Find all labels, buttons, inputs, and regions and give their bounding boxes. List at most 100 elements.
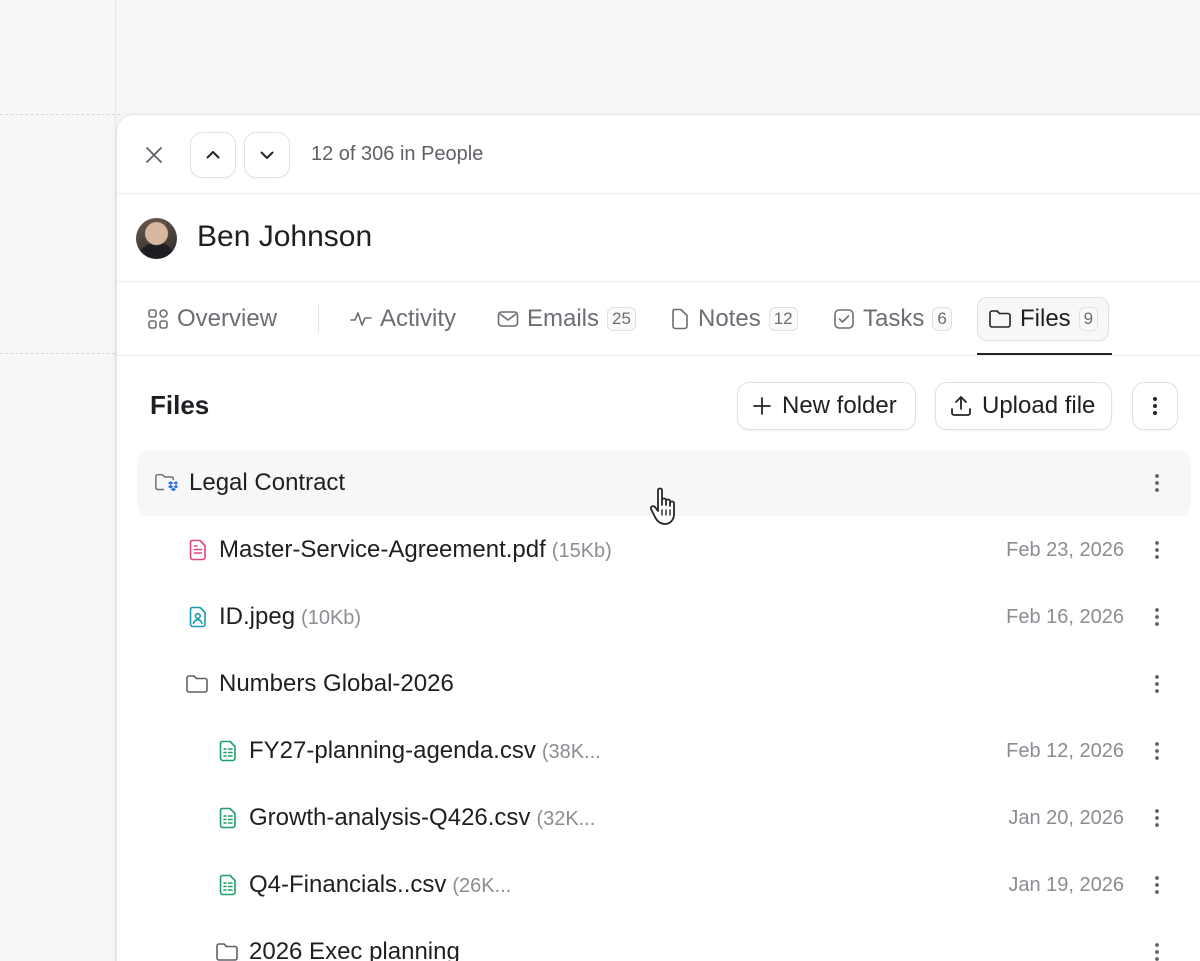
hand-pointer-cursor-icon [649, 487, 675, 525]
tab-count-badge: 12 [768, 307, 798, 331]
file-name-cell: Q4-Financials..csv (26K... [249, 871, 511, 899]
kebab-menu-icon [1155, 608, 1159, 626]
file-date: Jan 20, 2026 [1008, 807, 1124, 829]
kebab-menu-icon [1155, 474, 1159, 492]
dropbox-folder-icon [154, 471, 178, 495]
tab-overview[interactable]: Overview [147, 297, 277, 341]
tab-bar: Overview Activity Emails 25 Notes 12 Tas… [117, 283, 1200, 356]
file-name: Legal Contract [189, 469, 346, 496]
tab-count-badge: 9 [1078, 307, 1099, 331]
file-name: ID.jpeg [219, 603, 296, 630]
file-list-item[interactable]: Growth-analysis-Q426.csv (32K... Jan 20, … [137, 785, 1191, 851]
previous-record-button[interactable] [190, 132, 236, 178]
upload-file-button[interactable]: Upload file [935, 382, 1112, 430]
file-size: (38K... [541, 741, 601, 763]
spreadsheet-file-icon [216, 873, 240, 897]
tab-tasks[interactable]: Tasks 6 [833, 297, 952, 341]
record-panel: 12 of 306 in People Ben Johnson Overview… [116, 114, 1200, 961]
file-name: Growth-analysis-Q426.csv [249, 804, 531, 831]
person-name: Ben Johnson [197, 220, 373, 253]
folder-icon [989, 310, 1011, 328]
tab-label: Emails [527, 305, 600, 332]
kebab-menu-icon [1155, 943, 1159, 961]
tab-divider [318, 305, 319, 333]
chevron-up-icon [206, 151, 220, 159]
tab-count-badge: 6 [932, 307, 952, 331]
chevron-down-icon [260, 151, 274, 159]
file-list-item[interactable]: Q4-Financials..csv (26K... Jan 19, 2026 [137, 852, 1191, 918]
person-header: Ben Johnson [117, 195, 1200, 282]
file-name-cell: Growth-analysis-Q426.csv (32K... [249, 804, 595, 832]
close-icon [146, 147, 162, 163]
file-date: Feb 16, 2026 [1006, 606, 1124, 628]
file-name: FY27-planning-agenda.csv [249, 737, 536, 764]
row-menu-button[interactable] [1145, 739, 1169, 763]
folder-list-item[interactable]: 2026 Exec planning [137, 919, 1191, 961]
grid-icon [148, 309, 168, 329]
row-menu-button[interactable] [1145, 873, 1169, 897]
background-guide [0, 353, 120, 354]
folder-list-item[interactable]: Numbers Global-2026 [137, 651, 1191, 717]
tab-label: Tasks [863, 305, 925, 332]
file-size: (10Kb) [301, 607, 362, 629]
upload-icon [951, 396, 971, 416]
tab-activity[interactable]: Activity [350, 297, 456, 341]
file-list-item[interactable]: FY27-planning-agenda.csv (38K... Feb 12, … [137, 718, 1191, 784]
new-folder-label: New folder [782, 392, 897, 419]
file-list-item[interactable]: ID.jpeg (10Kb) Feb 16, 2026 [137, 584, 1191, 650]
activity-icon [350, 312, 372, 326]
upload-file-label: Upload file [982, 392, 1096, 419]
note-icon [672, 308, 688, 330]
file-name: Master-Service-Agreement.pdf [219, 536, 546, 563]
file-name-cell: Master-Service-Agreement.pdf (15Kb) [219, 536, 612, 564]
kebab-menu-icon [1155, 876, 1159, 894]
tab-label: Notes [698, 305, 761, 332]
file-size: (26K... [452, 875, 512, 897]
file-date: Jan 19, 2026 [1008, 874, 1124, 896]
file-name-cell: ID.jpeg (10Kb) [219, 603, 361, 631]
tab-notes[interactable]: Notes 12 [670, 297, 798, 341]
row-menu-button[interactable] [1145, 471, 1169, 495]
kebab-menu-icon [1155, 742, 1159, 760]
image-file-icon [186, 605, 210, 629]
kebab-menu-icon [1155, 541, 1159, 559]
file-name: Q4-Financials..csv [249, 871, 447, 898]
row-menu-button[interactable] [1145, 940, 1169, 961]
spreadsheet-file-icon [216, 739, 240, 763]
tab-emails[interactable]: Emails 25 [497, 297, 636, 341]
background-guide [0, 114, 120, 115]
row-menu-button[interactable] [1145, 806, 1169, 830]
pdf-file-icon [186, 538, 210, 562]
spreadsheet-file-icon [216, 806, 240, 830]
tab-files[interactable]: Files 9 [977, 297, 1110, 341]
row-menu-button[interactable] [1145, 672, 1169, 696]
tab-count-badge: 25 [607, 307, 636, 331]
checkbox-icon [834, 309, 854, 329]
folder-name: 2026 Exec planning [249, 938, 460, 961]
new-folder-button[interactable]: New folder [737, 382, 916, 430]
file-date: Feb 12, 2026 [1006, 740, 1124, 762]
file-size: (15Kb) [551, 540, 612, 562]
kebab-menu-icon [1153, 397, 1157, 415]
tab-label: Activity [380, 305, 457, 332]
folder-icon [215, 940, 239, 961]
file-size: (32K... [536, 808, 596, 830]
folder-icon [185, 672, 209, 696]
avatar [136, 218, 177, 259]
row-menu-button[interactable] [1145, 538, 1169, 562]
panel-topbar: 12 of 306 in People [117, 115, 1200, 194]
next-record-button[interactable] [244, 132, 290, 178]
mail-icon [497, 311, 519, 327]
more-options-button[interactable] [1132, 382, 1178, 430]
file-name-cell: FY27-planning-agenda.csv (38K... [249, 737, 601, 765]
files-section-title: Files [150, 390, 210, 420]
kebab-menu-icon [1155, 675, 1159, 693]
plus-icon [753, 397, 771, 415]
close-button[interactable] [139, 140, 169, 170]
tab-label: Overview [177, 305, 278, 332]
tab-label: Files [1020, 305, 1071, 332]
folder-name: Numbers Global-2026 [219, 670, 454, 697]
record-counter: 12 of 306 in People [311, 143, 484, 165]
kebab-menu-icon [1155, 809, 1159, 827]
row-menu-button[interactable] [1145, 605, 1169, 629]
